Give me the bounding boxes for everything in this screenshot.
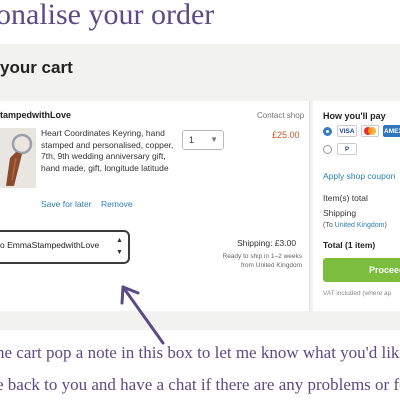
caption-line-1: ne cart pop a note in this box to let me… (0, 343, 400, 362)
caption-line-2: e back to you and have a chat if there a… (0, 375, 400, 394)
pointer-arrow-icon (120, 285, 165, 345)
